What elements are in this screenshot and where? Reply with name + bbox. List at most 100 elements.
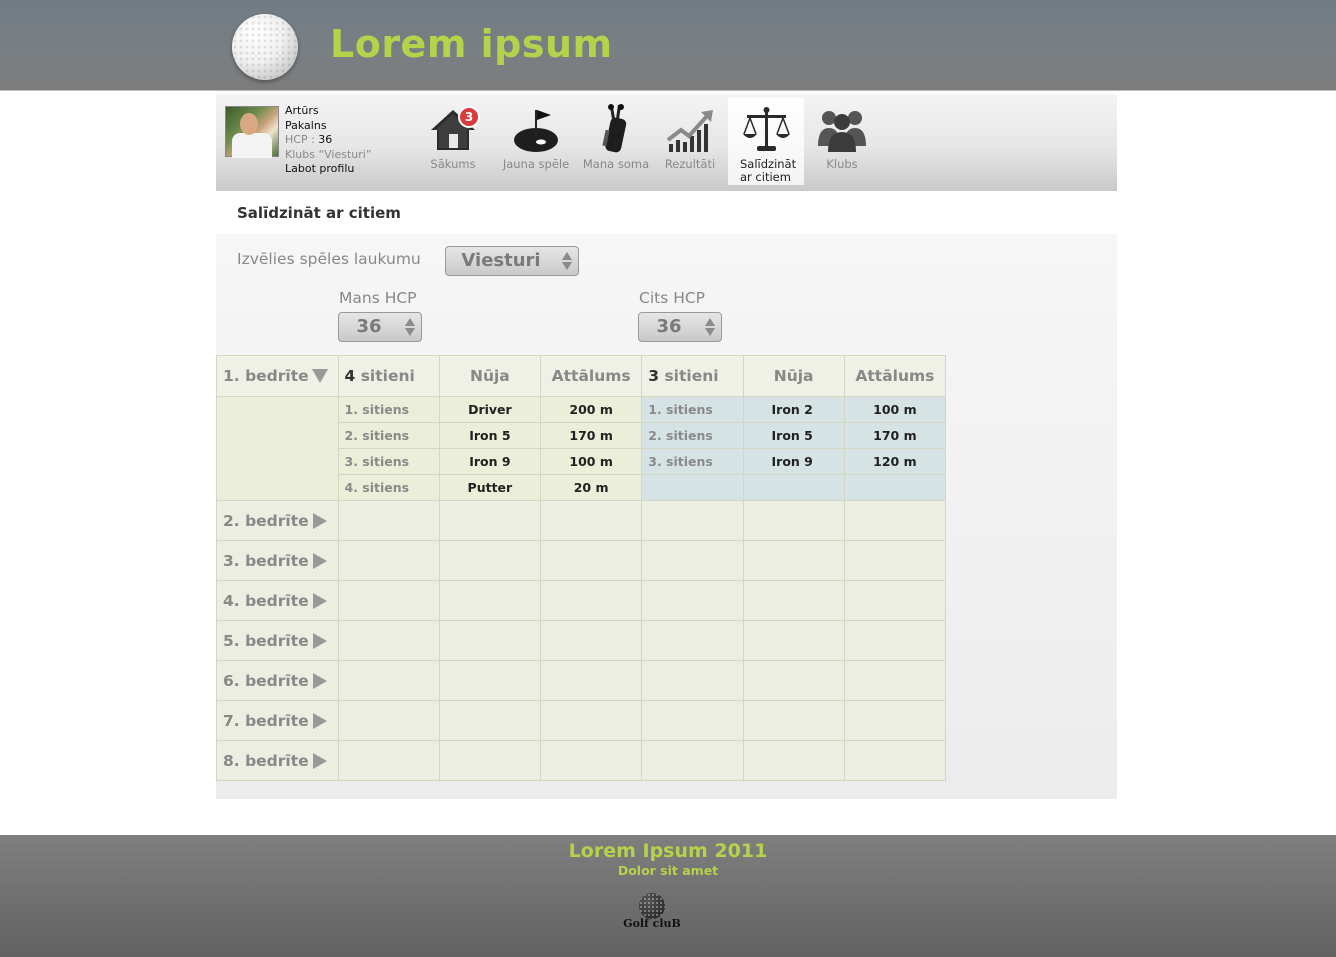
hole-toggle[interactable]: 2. bedrīte — [216, 500, 339, 541]
comparison-table: 1. bedrīte 4 sitieni Nūja Attālums 3 sit… — [216, 355, 947, 781]
my-distance: 100 m — [539, 448, 643, 475]
hole-toggle[interactable]: 6. bedrīte — [216, 660, 339, 701]
golf-ball-logo-icon[interactable] — [232, 14, 298, 80]
course-select-value: Viesturi — [461, 250, 541, 271]
table-row: 3. bedrīte — [216, 540, 947, 581]
other-distance: 100 m — [843, 396, 947, 423]
other-distance-header: Attālums — [843, 355, 947, 397]
table-row: 2. bedrīte — [216, 500, 947, 541]
my-shot-count-suffix: sitieni — [355, 367, 415, 385]
other-club-header: Nūja — [742, 355, 845, 397]
other-distance — [843, 474, 947, 501]
profile-first-name: Artūrs — [285, 104, 319, 117]
other-shot-label: 2. sitiens — [641, 422, 744, 449]
profile-hcp-value: 36 — [318, 133, 333, 146]
nav-label-my-bag: Mana soma — [582, 157, 650, 171]
updown-arrows-icon — [562, 252, 572, 270]
nav-label-compare: Salīdzināt ar citiem — [728, 158, 804, 184]
profile-hcp: HCP : 36 — [285, 133, 372, 148]
profile-club: Klubs “Viesturi” — [285, 147, 372, 161]
golf-hole-flag-icon — [511, 104, 561, 156]
triangle-right-icon — [312, 512, 327, 529]
hole-label: 7. bedrīte — [223, 711, 309, 730]
my-shot-label: 1. sitiens — [337, 396, 440, 423]
nav-item-results[interactable]: Rezultāti — [652, 104, 728, 171]
user-nav-bar: Artūrs Pakalns HCP : 36 Klubs “Viesturi”… — [216, 94, 1117, 191]
hole-1-spacer — [216, 396, 339, 501]
home-icon: 3 — [428, 104, 480, 156]
table-row: 4. bedrīte — [216, 580, 947, 621]
hole-toggle[interactable]: 4. bedrīte — [216, 580, 339, 621]
site-header: Lorem ipsum — [0, 0, 1336, 91]
nav-label-clubs: Klubs — [826, 157, 858, 171]
nav-label-compare-line2: ar citiem — [740, 170, 791, 184]
hole-label: 4. bedrīte — [223, 591, 309, 610]
hole-label: 8. bedrīte — [223, 751, 309, 770]
course-select[interactable]: Viesturi — [445, 246, 579, 276]
profile-last-name: Pakalns — [285, 118, 327, 132]
my-shot-count-number: 4 — [344, 367, 356, 385]
table-row: 1. sitiens Driver 200 m 1. sitiens Iron … — [216, 396, 947, 501]
hole-label: 5. bedrīte — [223, 631, 309, 650]
nav-item-compare[interactable]: Salīdzināt ar citiem — [728, 98, 804, 185]
nav-item-clubs[interactable]: Klubs — [804, 104, 880, 171]
people-group-icon — [817, 104, 867, 156]
site-title[interactable]: Lorem ipsum — [330, 22, 613, 66]
triangle-right-icon — [312, 592, 327, 609]
table-row: 7. bedrīte — [216, 700, 947, 741]
golf-bag-icon — [591, 104, 641, 156]
other-hcp-select[interactable]: 36 — [638, 312, 722, 342]
triangle-down-icon — [311, 369, 328, 383]
footer-subtitle: Dolor sit amet — [617, 863, 719, 878]
balance-scale-icon — [741, 104, 791, 156]
my-distance: 200 m — [539, 396, 643, 423]
hole-1-toggle[interactable]: 1. bedrīte — [216, 355, 339, 397]
hole-label: 6. bedrīte — [223, 671, 309, 690]
hole-toggle[interactable]: 3. bedrīte — [216, 540, 339, 581]
hole-label: 3. bedrīte — [223, 551, 309, 570]
footer-title: Lorem Ipsum 2011 — [568, 840, 768, 862]
triangle-right-icon — [312, 712, 327, 729]
avatar — [225, 106, 279, 158]
other-club: Iron 5 — [742, 422, 845, 449]
my-club: Iron 9 — [438, 448, 542, 475]
other-shot-label: 3. sitiens — [641, 448, 744, 475]
other-shot-count-number: 3 — [648, 367, 660, 385]
my-shot-label: 4. sitiens — [337, 474, 440, 501]
my-club-header: Nūja — [438, 355, 542, 397]
page-title: Salīdzināt ar citiem — [237, 204, 401, 222]
my-hcp-label: Mans HCP — [339, 289, 417, 307]
my-club: Driver — [438, 396, 542, 423]
table-row: 5. bedrīte — [216, 620, 947, 661]
other-distance: 170 m — [843, 422, 947, 449]
nav-item-home[interactable]: 3 Sākums — [415, 104, 491, 171]
edit-profile-link[interactable]: Labot profilu — [285, 162, 372, 177]
nav-label-home: Sākums — [430, 157, 476, 171]
other-shot-count-suffix: sitieni — [659, 367, 719, 385]
site-footer: Lorem Ipsum 2011 Dolor sit amet Golf clu… — [0, 835, 1336, 957]
hole-toggle[interactable]: 7. bedrīte — [216, 700, 339, 741]
my-distance-header: Attālums — [539, 355, 643, 397]
other-club: Iron 2 — [742, 396, 845, 423]
nav-item-my-bag[interactable]: Mana soma — [578, 104, 654, 171]
golf-club-logo[interactable]: Golf cluB — [622, 893, 682, 930]
triangle-right-icon — [312, 552, 327, 569]
profile-summary: Artūrs Pakalns HCP : 36 Klubs “Viesturi”… — [285, 104, 372, 177]
my-hcp-select[interactable]: 36 — [338, 312, 422, 342]
other-hcp-label: Cits HCP — [639, 289, 706, 307]
course-select-label: Izvēlies spēles laukumu — [237, 250, 421, 268]
profile-hcp-label: HCP : — [285, 133, 319, 146]
my-distance: 20 m — [539, 474, 643, 501]
triangle-right-icon — [312, 672, 327, 689]
other-shot-label — [641, 474, 744, 501]
notification-badge: 3 — [458, 106, 480, 128]
hole-toggle[interactable]: 8. bedrīte — [216, 740, 339, 781]
hole-1-header-row: 1. bedrīte 4 sitieni Nūja Attālums 3 sit… — [216, 355, 947, 397]
other-shot-label: 1. sitiens — [641, 396, 744, 423]
updown-arrows-icon — [405, 318, 415, 336]
my-shot-label: 3. sitiens — [337, 448, 440, 475]
hole-toggle[interactable]: 5. bedrīte — [216, 620, 339, 661]
other-hcp-value: 36 — [656, 316, 682, 337]
nav-item-new-game[interactable]: Jauna spēle — [498, 104, 574, 171]
my-hcp-value: 36 — [356, 316, 382, 337]
